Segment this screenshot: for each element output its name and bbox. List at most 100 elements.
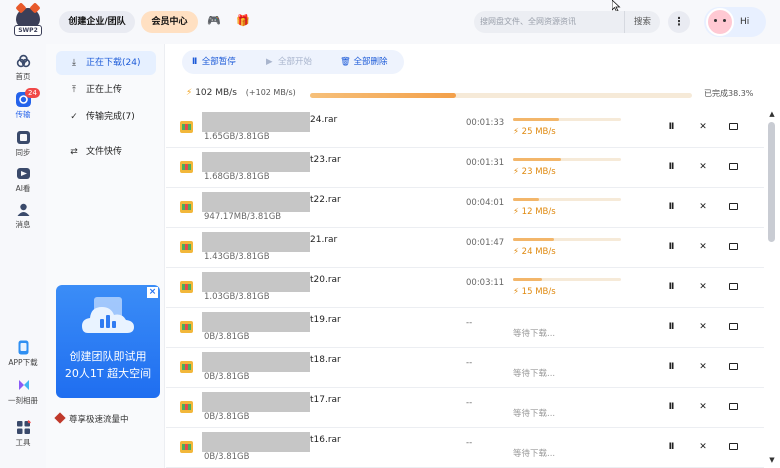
archive-file-icon xyxy=(180,401,193,413)
create-team-button[interactable]: 创建企业/团队 xyxy=(59,11,135,33)
folder-icon xyxy=(728,323,738,330)
folder-icon xyxy=(728,443,738,450)
download-speed-value: 等待下载... xyxy=(513,449,556,459)
tools-icon xyxy=(16,420,31,434)
download-row[interactable]: 21.rar 1.43GB/3.81GB 00:01:47 ⚡ 24 MB/s II ✕ xyxy=(166,228,764,268)
scroll-up-icon[interactable]: ▲ xyxy=(768,110,776,118)
pause-button[interactable]: II xyxy=(664,120,678,134)
cancel-button[interactable]: ✕ xyxy=(696,400,710,414)
nav-item-tools[interactable]: 工具 xyxy=(0,420,46,448)
download-row[interactable]: t17.rar 0B/3.81GB -- 等待下载... II ✕ xyxy=(166,388,764,428)
pause-button[interactable]: II xyxy=(664,320,678,334)
more-menu-button[interactable]: ⋮ xyxy=(668,11,690,33)
search-button[interactable]: 搜索 xyxy=(624,11,660,33)
cancel-button[interactable]: ✕ xyxy=(696,240,710,254)
file-progress-fill xyxy=(513,118,560,121)
redacted-filename-mask xyxy=(202,152,310,172)
cancel-button[interactable]: ✕ xyxy=(696,360,710,374)
redacted-filename-mask xyxy=(202,352,310,372)
cancel-button[interactable]: ✕ xyxy=(696,120,710,134)
file-size: 1.68GB/3.81GB xyxy=(204,172,270,182)
download-panel: II 全部暂停 ▶ 全部开始 🗑 全部删除 ⚡ 102 MB/s (+102 M… xyxy=(166,44,766,468)
open-folder-button[interactable] xyxy=(726,360,740,374)
delete-all-button[interactable]: 🗑 全部删除 xyxy=(340,50,388,74)
sidebar-item-uploading[interactable]: ⤒ 正在上传 xyxy=(56,78,156,102)
open-folder-button[interactable] xyxy=(726,440,740,454)
download-row[interactable]: t22.rar 947.17MB/3.81GB 00:04:01 ⚡ 12 MB/s I… xyxy=(166,188,764,228)
time-remaining: 00:01:31 xyxy=(466,158,505,168)
pause-button[interactable]: II xyxy=(664,360,678,374)
home-icon xyxy=(16,54,30,68)
user-profile-chip[interactable]: Hi xyxy=(704,7,766,37)
sidebar-item-quick-transfer[interactable]: ⇄ 文件快传 xyxy=(56,140,156,164)
archive-file-icon xyxy=(180,201,193,213)
pause-button[interactable]: II xyxy=(664,200,678,214)
premium-speed-link[interactable]: 尊享极速流量中 xyxy=(54,412,129,425)
open-folder-button[interactable] xyxy=(726,200,740,214)
open-folder-button[interactable] xyxy=(726,400,740,414)
game-controller-icon[interactable]: 🎮 xyxy=(207,15,221,27)
vip-center-button[interactable]: 会员中心 xyxy=(141,11,198,33)
download-speed: ⚡ 23 MB/s xyxy=(513,167,556,177)
nav-item-sync[interactable]: 同步 xyxy=(0,130,46,158)
pause-button[interactable]: II xyxy=(664,280,678,294)
cancel-button[interactable]: ✕ xyxy=(696,160,710,174)
pause-button[interactable]: II xyxy=(664,240,678,254)
nav-item-ai[interactable]: AI看 xyxy=(0,166,46,194)
file-size: 0B/3.81GB xyxy=(204,332,250,342)
scroll-thumb[interactable] xyxy=(768,122,775,242)
open-folder-button[interactable] xyxy=(726,160,740,174)
file-name: t18.rar xyxy=(310,355,341,365)
list-scrollbar[interactable]: ▲ ▼ xyxy=(766,102,778,468)
nav-item-transfer[interactable]: 24 传输 xyxy=(0,88,46,120)
sidebar-item-downloading[interactable]: ⤓ 正在下载(24) xyxy=(56,51,156,75)
quick-transfer-icon: ⇄ xyxy=(70,147,78,157)
start-all-button[interactable]: ▶ 全部开始 xyxy=(266,50,312,74)
file-progress-bar xyxy=(513,198,621,201)
nav-label-album: 一刻相册 xyxy=(8,396,38,405)
overall-completed-text: 已完成38.3% xyxy=(704,89,754,98)
redacted-filename-mask xyxy=(202,432,310,452)
download-row[interactable]: t16.rar 0B/3.81GB -- 等待下载... II ✕ xyxy=(166,428,764,468)
nav-label-ai: AI看 xyxy=(15,184,31,193)
app-logo[interactable]: SWP2 xyxy=(12,6,44,36)
cancel-button[interactable]: ✕ xyxy=(696,440,710,454)
pause-button[interactable]: II xyxy=(664,160,678,174)
download-row[interactable]: 24.rar 1.65GB/3.81GB 00:01:33 ⚡ 25 MB/s II ✕ xyxy=(166,108,764,148)
open-folder-button[interactable] xyxy=(726,120,740,134)
gift-icon[interactable]: 🎁 xyxy=(236,15,250,27)
file-name: t22.rar xyxy=(310,195,341,205)
pause-button[interactable]: II xyxy=(664,440,678,454)
time-remaining: -- xyxy=(466,438,473,448)
folder-icon xyxy=(728,163,738,170)
download-row[interactable]: t23.rar 1.68GB/3.81GB 00:01:31 ⚡ 23 MB/s II ✕ xyxy=(166,148,764,188)
avatar[interactable] xyxy=(706,8,734,36)
search-input[interactable]: 搜网盘文件、全网资源资讯 xyxy=(480,11,576,33)
archive-file-icon xyxy=(180,281,193,293)
open-folder-button[interactable] xyxy=(726,240,740,254)
download-row[interactable]: t20.rar 1.03GB/3.81GB 00:03:11 ⚡ 15 MB/s II ✕ xyxy=(166,268,764,308)
team-trial-promo-banner[interactable]: × 创建团队即试用 20人1T 超大空间 xyxy=(56,285,160,398)
file-progress-bar xyxy=(513,278,621,281)
pause-all-button[interactable]: II 全部暂停 xyxy=(192,50,236,74)
close-icon[interactable]: × xyxy=(147,287,158,298)
download-row[interactable]: t18.rar 0B/3.81GB -- 等待下载... II ✕ xyxy=(166,348,764,388)
check-circle-icon: ✓ xyxy=(70,112,78,122)
file-progress-bar xyxy=(513,238,621,241)
sidebar-item-completed[interactable]: ✓ 传输完成(7) xyxy=(56,105,156,129)
download-row[interactable]: t19.rar 0B/3.81GB -- 等待下载... II ✕ xyxy=(166,308,764,348)
nav-item-album[interactable]: 一刻相册 xyxy=(0,378,46,406)
file-progress-fill xyxy=(513,238,555,241)
nav-item-app-download[interactable]: APP下载 xyxy=(0,340,46,368)
download-speed: 等待下载... xyxy=(513,367,555,379)
cancel-button[interactable]: ✕ xyxy=(696,200,710,214)
pause-button[interactable]: II xyxy=(664,400,678,414)
open-folder-button[interactable] xyxy=(726,280,740,294)
cancel-button[interactable]: ✕ xyxy=(696,320,710,334)
cancel-button[interactable]: ✕ xyxy=(696,280,710,294)
nav-item-home[interactable]: 首页 xyxy=(0,54,46,82)
scroll-down-icon[interactable]: ▼ xyxy=(768,456,776,464)
open-folder-button[interactable] xyxy=(726,320,740,334)
nav-item-messages[interactable]: 消息 xyxy=(0,202,46,230)
bolt-icon: ⚡ xyxy=(513,207,522,217)
